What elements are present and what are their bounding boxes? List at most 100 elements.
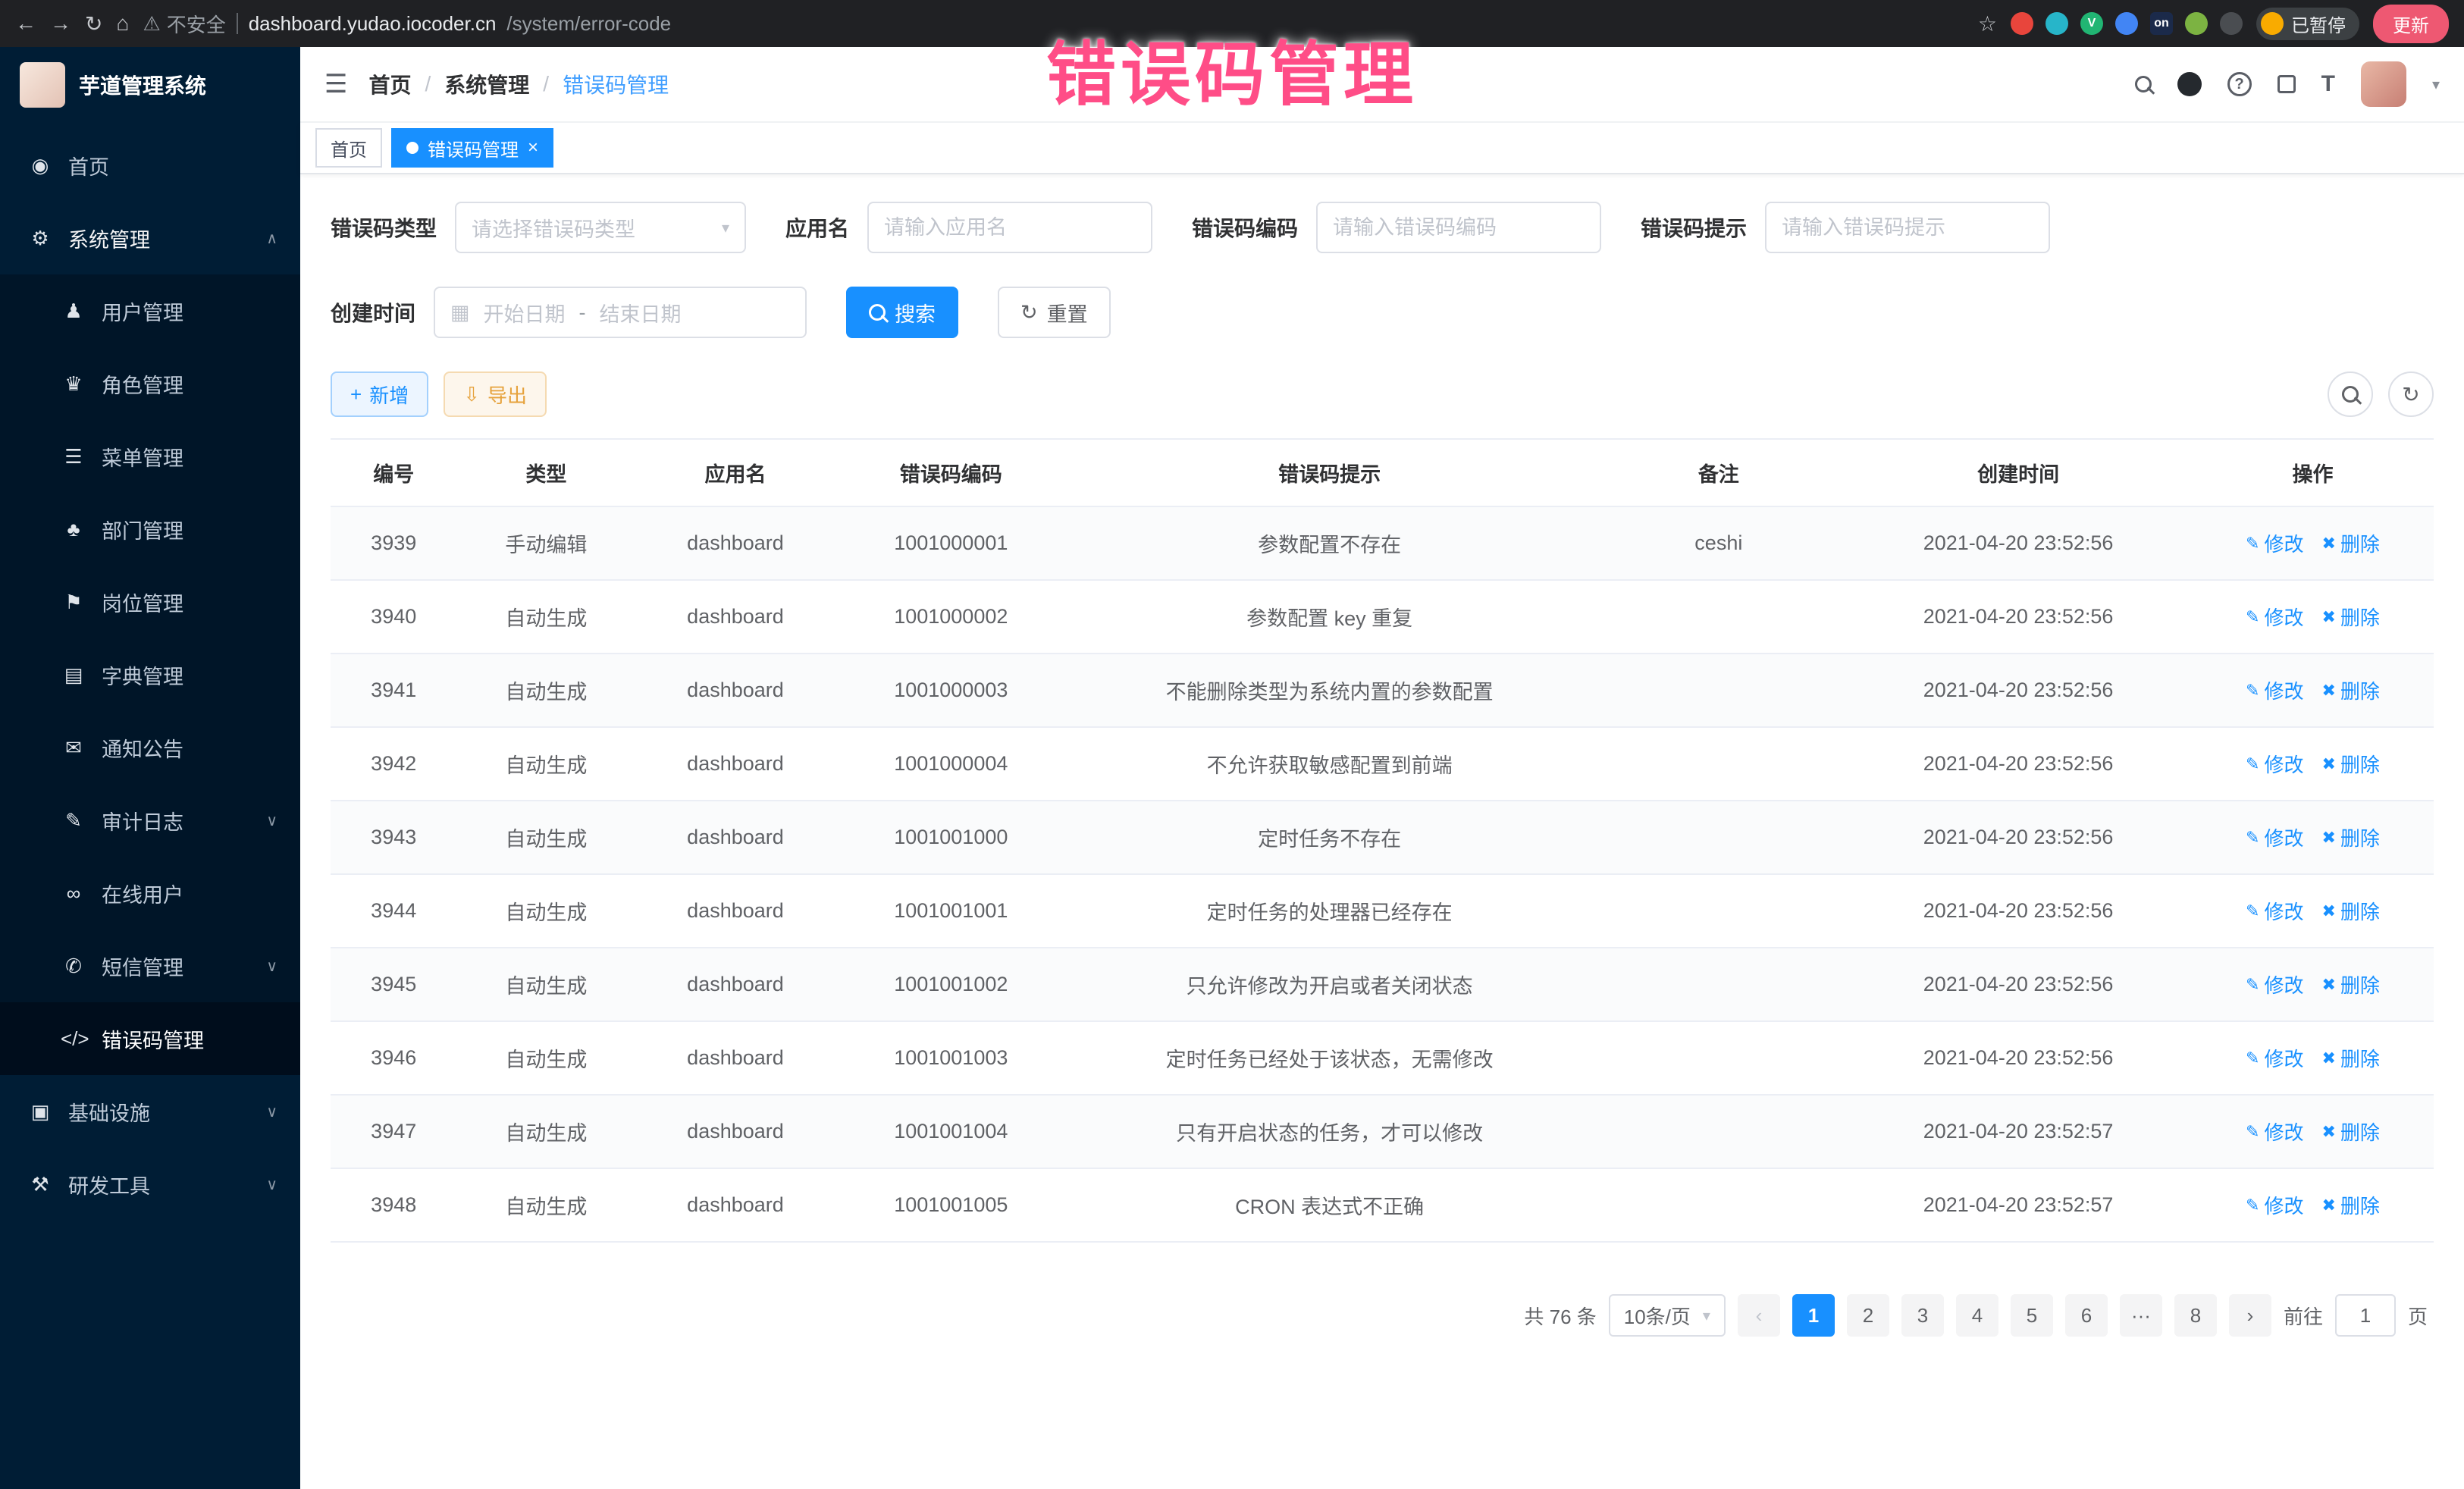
sidebar-toggle-icon[interactable]: ☰ xyxy=(324,69,347,99)
cell-app-name: dashboard xyxy=(635,1021,835,1095)
font-size-icon[interactable]: T xyxy=(2321,71,2335,97)
page-size-select[interactable]: 10条/页 ▾ xyxy=(1609,1294,1726,1337)
browser-profile-chip[interactable]: 已暂停 xyxy=(2256,8,2359,40)
forward-icon[interactable]: → xyxy=(50,11,71,36)
edit-icon: ✎ xyxy=(2246,1049,2259,1068)
cell-id: 3947 xyxy=(331,1095,456,1168)
breadcrumb-system[interactable]: 系统管理 xyxy=(444,69,529,99)
page-button[interactable]: 4 xyxy=(1956,1294,1998,1337)
edit-link[interactable]: ✎修改 xyxy=(2246,823,2303,851)
home-icon[interactable]: ⌂ xyxy=(116,11,129,36)
toggle-search-button[interactable] xyxy=(2328,371,2373,417)
security-warning[interactable]: ⚠ 不安全 xyxy=(143,10,225,38)
edit-link[interactable]: ✎修改 xyxy=(2246,750,2303,778)
delete-link[interactable]: ✖删除 xyxy=(2321,603,2379,631)
delete-link[interactable]: ✖删除 xyxy=(2321,897,2379,925)
breadcrumb-home[interactable]: 首页 xyxy=(368,69,411,99)
sidebar-item[interactable]: ∞ 在线用户 xyxy=(0,857,300,929)
sidebar-item[interactable]: ✆ 短信管理 ∨ xyxy=(0,929,300,1002)
delete-link[interactable]: ✖删除 xyxy=(2321,1191,2379,1219)
sidebar-item[interactable]: </> 错误码管理 xyxy=(0,1002,300,1075)
delete-link[interactable]: ✖删除 xyxy=(2321,529,2379,557)
cell-remark: ceshi xyxy=(1592,506,1845,580)
goto-page-input[interactable] xyxy=(2335,1294,2396,1337)
delete-link[interactable]: ✖删除 xyxy=(2321,970,2379,998)
user-avatar[interactable] xyxy=(2361,61,2406,107)
sidebar-item[interactable]: ✎ 审计日志 ∨ xyxy=(0,784,300,857)
extension-v-icon[interactable]: V xyxy=(2080,12,2103,35)
extension-drop-icon[interactable] xyxy=(2045,12,2068,35)
bookmark-star-icon[interactable]: ☆ xyxy=(1978,11,1997,36)
export-button[interactable]: ⇩ 导出 xyxy=(444,371,547,417)
refresh-table-button[interactable]: ↻ xyxy=(2388,371,2434,417)
cell-app-name: dashboard xyxy=(635,506,835,580)
browser-update-button[interactable]: 更新 xyxy=(2373,5,2449,43)
date-range-picker[interactable]: ▦ 开始日期 - 结束日期 xyxy=(434,287,807,338)
back-icon[interactable]: ← xyxy=(15,11,36,36)
extension-leaf-icon[interactable] xyxy=(2185,12,2208,35)
edit-link[interactable]: ✎修改 xyxy=(2246,897,2303,925)
prev-page-button[interactable]: ‹ xyxy=(1738,1294,1780,1337)
add-button[interactable]: + 新增 xyxy=(331,371,428,417)
page-button[interactable]: 8 xyxy=(2174,1294,2217,1337)
cell-id: 3940 xyxy=(331,580,456,654)
sidebar-item[interactable]: ♛ 角色管理 xyxy=(0,347,300,420)
error-message-input[interactable] xyxy=(1765,202,2050,253)
edit-link[interactable]: ✎修改 xyxy=(2246,529,2303,557)
page-button[interactable]: 1 xyxy=(1792,1294,1835,1337)
sidebar-item[interactable]: ♟ 用户管理 xyxy=(0,274,300,347)
error-type-select[interactable]: 请选择错误码类型 ▾ xyxy=(455,202,746,253)
sidebar-item[interactable]: ⚑ 岗位管理 xyxy=(0,566,300,638)
page-button[interactable]: 2 xyxy=(1847,1294,1889,1337)
edit-link[interactable]: ✎修改 xyxy=(2246,1044,2303,1072)
help-icon[interactable]: ? xyxy=(2227,72,2252,96)
sidebar-item[interactable]: ◉ 首页 xyxy=(0,129,300,202)
sidebar-item[interactable]: ☰ 菜单管理 xyxy=(0,420,300,493)
edit-link[interactable]: ✎修改 xyxy=(2246,1118,2303,1146)
extension-puzzle-icon[interactable] xyxy=(2220,12,2243,35)
sidebar-item[interactable]: ⚙ 系统管理 ∧ xyxy=(0,202,300,274)
page-button[interactable]: 6 xyxy=(2065,1294,2108,1337)
delete-link[interactable]: ✖删除 xyxy=(2321,676,2379,704)
app-logo[interactable]: 芋道管理系统 xyxy=(0,47,300,123)
page-button[interactable]: ··· xyxy=(2120,1294,2162,1337)
sidebar-item[interactable]: ▣ 基础设施 ∨ xyxy=(0,1075,300,1148)
sidebar-item[interactable]: ✉ 通知公告 xyxy=(0,711,300,784)
edit-link[interactable]: ✎修改 xyxy=(2246,970,2303,998)
error-code-input[interactable] xyxy=(1316,202,1601,253)
edit-link[interactable]: ✎修改 xyxy=(2246,603,2303,631)
table-row: 3947 自动生成 dashboard 1001001004 只有开启状态的任务… xyxy=(331,1095,2434,1168)
page-button[interactable]: 5 xyxy=(2011,1294,2053,1337)
reset-button[interactable]: ↻ 重置 xyxy=(998,287,1111,338)
reload-icon[interactable]: ↻ xyxy=(85,11,102,36)
sidebar-item[interactable]: ♣ 部门管理 xyxy=(0,493,300,566)
next-page-button[interactable]: › xyxy=(2229,1294,2271,1337)
github-icon[interactable] xyxy=(2177,72,2202,96)
extension-grid-icon[interactable] xyxy=(2115,12,2138,35)
search-icon[interactable] xyxy=(2135,76,2152,92)
cell-app-name: dashboard xyxy=(635,654,835,727)
view-tab[interactable]: 首页 xyxy=(315,128,382,168)
sidebar-item[interactable]: ▤ 字典管理 xyxy=(0,638,300,711)
view-tab[interactable]: 错误码管理 × xyxy=(391,128,553,168)
column-header: 备注 xyxy=(1592,439,1845,506)
extension-adblock-icon[interactable] xyxy=(2011,12,2033,35)
edit-link[interactable]: ✎修改 xyxy=(2246,1191,2303,1219)
table-row: 3940 自动生成 dashboard 1001000002 参数配置 key … xyxy=(331,580,2434,654)
search-button[interactable]: 搜索 xyxy=(846,287,958,338)
delete-link[interactable]: ✖删除 xyxy=(2321,823,2379,851)
filter-label-msg: 错误码提示 xyxy=(1641,212,1747,243)
delete-link[interactable]: ✖删除 xyxy=(2321,1044,2379,1072)
delete-link[interactable]: ✖删除 xyxy=(2321,1118,2379,1146)
app-name-input[interactable] xyxy=(867,202,1152,253)
sidebar-item[interactable]: ⚒ 研发工具 ∨ xyxy=(0,1148,300,1221)
page-button[interactable]: 3 xyxy=(1901,1294,1944,1337)
delete-link[interactable]: ✖删除 xyxy=(2321,750,2379,778)
fullscreen-icon[interactable] xyxy=(2277,75,2296,93)
extension-on-badge-icon[interactable]: on xyxy=(2150,12,2173,35)
edit-link[interactable]: ✎修改 xyxy=(2246,676,2303,704)
filter-label-date: 创建时间 xyxy=(331,297,415,328)
address-bar[interactable]: ⚠ 不安全 dashboard.yudao.iocoder.cn/system/… xyxy=(143,10,671,38)
close-icon[interactable]: × xyxy=(528,137,538,158)
caret-down-icon[interactable]: ▾ xyxy=(2432,75,2440,94)
